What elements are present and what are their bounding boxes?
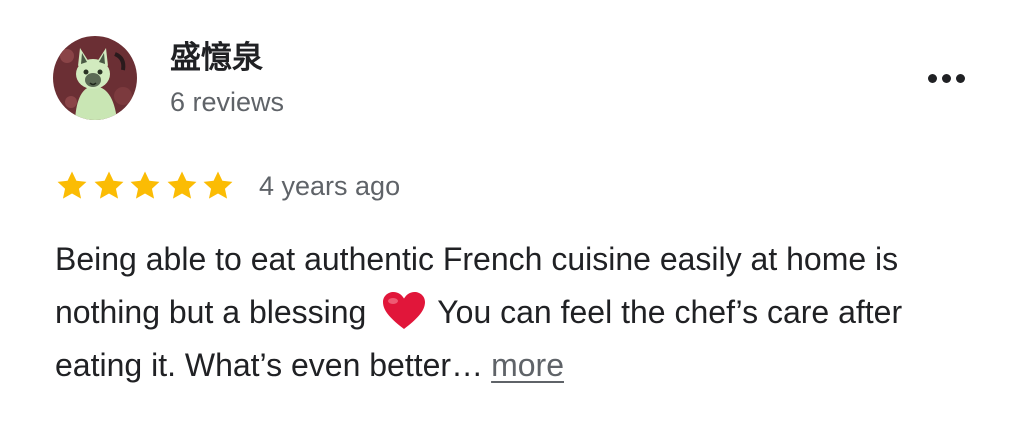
avatar[interactable] <box>53 36 137 120</box>
review-date: 4 years ago <box>259 171 401 201</box>
more-options-icon-dot <box>955 73 965 83</box>
review-count[interactable]: 6 reviews <box>170 84 284 120</box>
star-icon <box>130 171 160 199</box>
star-icon <box>167 171 196 199</box>
review-card: 盛憶泉 6 reviews 4 years ago Being able to … <box>0 0 1030 421</box>
star-icon <box>57 171 87 199</box>
star-icon <box>203 171 233 199</box>
more-link[interactable]: more <box>491 347 564 383</box>
cat-avatar-image <box>53 36 137 120</box>
more-options-icon-dot <box>927 73 937 83</box>
heart-emoji <box>383 292 426 329</box>
star-rating <box>55 169 238 203</box>
star-icon <box>94 171 123 199</box>
reviewer-name[interactable]: 盛憶泉 <box>170 38 263 78</box>
more-options-button[interactable] <box>918 62 974 94</box>
more-options-icon-dot <box>941 73 951 83</box>
review-text: Being able to eat authentic French cuisi… <box>55 233 975 392</box>
